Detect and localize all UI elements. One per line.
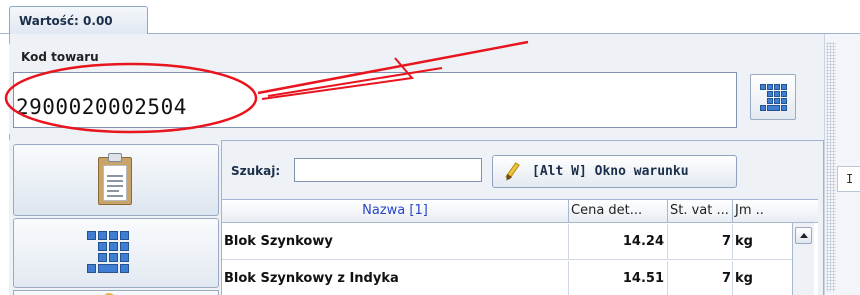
cell-price: 14.24 [569, 224, 668, 260]
condition-window-label: [Alt W] Okno warunku [532, 164, 689, 179]
table-scrollbar[interactable] [792, 223, 814, 295]
table-row[interactable]: Blok Szynkowy z Indyka 14.51 7 kg [222, 261, 792, 295]
column-header-name[interactable]: Nazwa [1] [222, 200, 569, 223]
right-panel-field[interactable]: I [837, 166, 860, 192]
keypad-icon [760, 84, 787, 111]
cell-vat: 7 [668, 224, 733, 260]
splitter-grip[interactable] [826, 42, 836, 292]
column-header-unit[interactable]: Jm .. [733, 200, 792, 223]
table-row[interactable]: Blok Szynkowy 14.24 7 kg [222, 224, 792, 260]
right-panel: I [824, 34, 860, 295]
cell-name: Blok Szynkowy [222, 224, 569, 260]
arrow-up-icon [800, 233, 808, 238]
tab-strip: Wartość: 0.00 [0, 0, 860, 35]
product-code-input[interactable] [13, 72, 737, 128]
next-side-button[interactable] [13, 290, 219, 295]
table-header: Nazwa [1] Cena det... St. vat ... Jm .. [222, 200, 818, 223]
condition-window-button[interactable]: [Alt W] Okno warunku [492, 155, 737, 188]
keypad-icon [87, 231, 129, 273]
cell-name: Blok Szynkowy z Indyka [222, 261, 569, 295]
product-code-label: Kod towaru [21, 50, 99, 64]
clipboard-icon [94, 153, 136, 207]
scroll-up-button[interactable] [795, 227, 812, 244]
keypad-button[interactable] [750, 74, 796, 120]
cell-vat: 7 [668, 261, 733, 295]
product-table: Nazwa [1] Cena det... St. vat ... Jm .. … [222, 199, 818, 295]
tab-wartosc[interactable]: Wartość: 0.00 [9, 6, 148, 35]
product-code-group: Kod towaru [9, 44, 824, 134]
cell-unit: kg [735, 271, 753, 286]
document-list-button[interactable] [13, 144, 219, 216]
column-header-vat[interactable]: St. vat ... [668, 200, 733, 223]
cell-price: 14.51 [569, 261, 668, 295]
keypad-side-button[interactable] [13, 218, 219, 288]
search-input[interactable] [294, 158, 482, 182]
pencil-icon [503, 162, 521, 183]
side-toolbar [9, 140, 221, 295]
cell-unit: kg [735, 234, 753, 249]
column-header-price[interactable]: Cena det... [569, 200, 668, 223]
search-label: Szukaj: [231, 164, 281, 178]
